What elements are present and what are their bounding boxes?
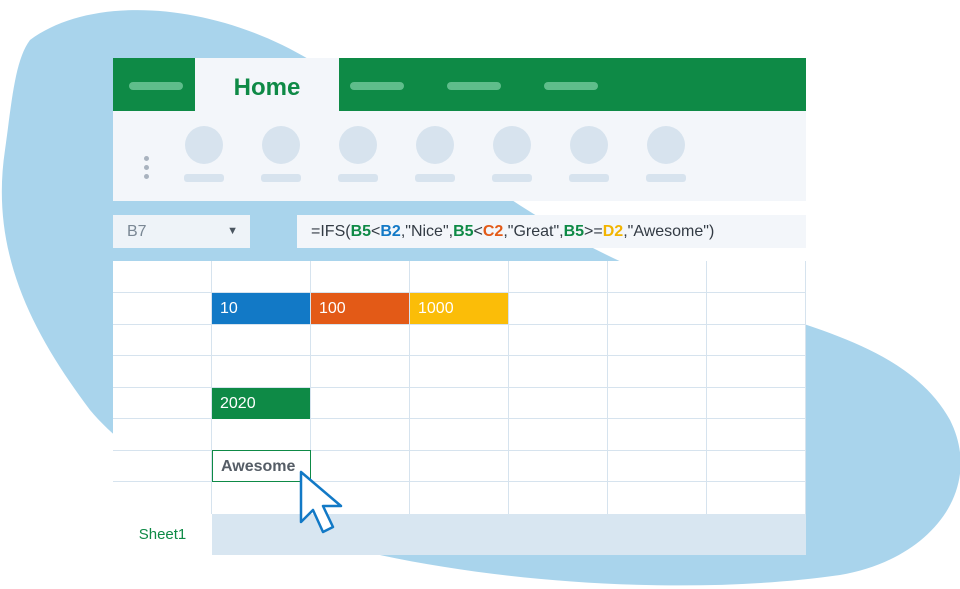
name-box[interactable]: B7 ▼	[113, 215, 250, 248]
ribbon-button[interactable]	[569, 126, 609, 182]
ribbon-tab-placeholder[interactable]	[350, 82, 404, 90]
formula-token: ,"Nice",	[400, 223, 454, 240]
cell-c2[interactable]: 100	[311, 293, 409, 324]
ribbon-button[interactable]	[184, 126, 224, 182]
ribbon-button[interactable]	[338, 126, 378, 182]
ribbon-tab-placeholder[interactable]	[544, 82, 598, 90]
formula-token: D2	[602, 223, 624, 240]
ribbon-button[interactable]	[415, 126, 455, 182]
sheet-tab-bar: Sheet1	[113, 514, 806, 555]
spreadsheet-grid[interactable]: 10 100 1000 2020 Awesome	[113, 261, 806, 514]
formula-token: B5	[350, 223, 372, 240]
ribbon-button[interactable]	[261, 126, 301, 182]
ribbon-tab-placeholder[interactable]	[129, 82, 183, 90]
grid-line	[113, 324, 806, 325]
formula-token: ,"Awesome")	[623, 223, 715, 240]
tab-home[interactable]: Home	[195, 58, 339, 111]
formula-token: ,"Great",	[503, 223, 564, 240]
more-options-icon[interactable]	[144, 156, 150, 183]
cell-reference: B7	[127, 223, 147, 240]
cell-d2[interactable]: 1000	[410, 293, 508, 324]
formula-token: >=	[584, 223, 603, 240]
grid-line	[113, 355, 806, 356]
ribbon-button[interactable]	[492, 126, 532, 182]
mouse-pointer-icon	[299, 470, 343, 534]
sheet-tab-sheet1[interactable]: Sheet1	[113, 514, 212, 555]
formula-token: C2	[482, 223, 504, 240]
chevron-down-icon[interactable]: ▼	[227, 215, 238, 248]
cell-b5[interactable]: 2020	[212, 388, 310, 419]
formula-token: <	[371, 223, 381, 240]
ribbon-tab-bar: Home	[113, 58, 806, 111]
ribbon-tab-placeholder[interactable]	[447, 82, 501, 90]
formula-bar[interactable]: =IFS(B5<B2,"Nice",B5<C2,"Great",B5>=D2,"…	[297, 215, 806, 248]
formula-token: B5	[453, 223, 474, 240]
formula-token: B2	[380, 223, 401, 240]
cell-b2[interactable]: 10	[212, 293, 310, 324]
formula-token: B5	[563, 223, 585, 240]
ribbon-commands	[113, 111, 806, 201]
formula-token: <	[473, 223, 483, 240]
formula-token: =IFS(	[311, 223, 351, 240]
ribbon-button[interactable]	[646, 126, 686, 182]
